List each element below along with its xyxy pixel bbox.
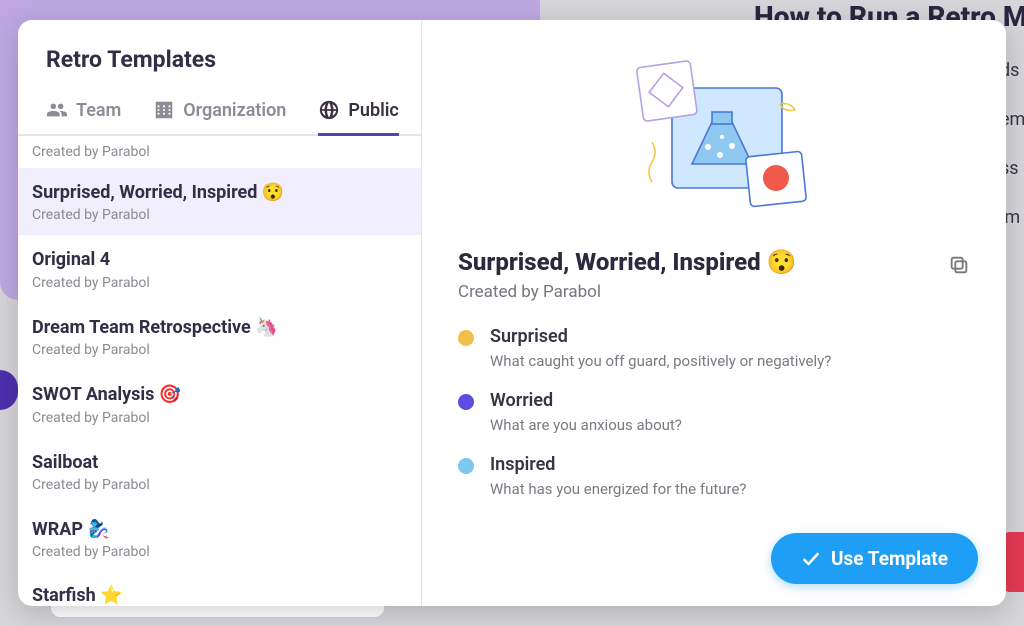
sidebar-title: Retro Templates bbox=[18, 20, 421, 79]
clone-template-button[interactable] bbox=[942, 248, 976, 282]
tab-label: Team bbox=[76, 100, 121, 121]
template-item-sailboat[interactable]: Sailboat Created by Parabol bbox=[18, 438, 421, 505]
prompt-color-dot bbox=[458, 330, 474, 346]
template-item-swot[interactable]: SWOT Analysis 🎯 Created by Parabol bbox=[18, 370, 421, 437]
template-item-wrap[interactable]: WRAP 🧞‍♀️ Created by Parabol bbox=[18, 505, 421, 572]
copy-icon bbox=[948, 254, 970, 276]
template-item-dream-team[interactable]: Dream Team Retrospective 🦄 Created by Pa… bbox=[18, 303, 421, 370]
detail-creator: Created by Parabol bbox=[458, 282, 930, 302]
template-sidebar: Retro Templates Team Organization Public… bbox=[18, 20, 422, 606]
tab-public[interactable]: Public bbox=[318, 89, 398, 136]
team-icon bbox=[46, 99, 68, 121]
retro-templates-modal: Retro Templates Team Organization Public… bbox=[18, 20, 1006, 606]
use-template-button[interactable]: Use Template bbox=[771, 533, 978, 584]
check-icon bbox=[801, 549, 821, 569]
template-item-starfish-cutoff[interactable]: Starfish ⭐ bbox=[18, 572, 421, 606]
tab-team[interactable]: Team bbox=[46, 89, 121, 136]
detail-title: Surprised, Worried, Inspired 😯 bbox=[458, 248, 930, 276]
scope-tabs: Team Organization Public bbox=[18, 79, 421, 136]
globe-icon bbox=[318, 99, 340, 121]
template-item-original-4[interactable]: Original 4 Created by Parabol bbox=[18, 235, 421, 302]
template-detail-pane: Surprised, Worried, Inspired 😯 Created b… bbox=[422, 20, 1006, 606]
template-illustration bbox=[612, 52, 822, 222]
tab-label: Public bbox=[348, 100, 398, 121]
organization-icon bbox=[153, 99, 175, 121]
prompt-worried: Worried What are you anxious about? bbox=[458, 390, 976, 434]
template-item-surprised-worried-inspired[interactable]: Surprised, Worried, Inspired 😯 Created b… bbox=[18, 168, 421, 235]
prompt-color-dot bbox=[458, 394, 474, 410]
prompt-inspired: Inspired What has you energized for the … bbox=[458, 454, 976, 498]
tab-label: Organization bbox=[183, 100, 286, 121]
prompt-surprised: Surprised What caught you off guard, pos… bbox=[458, 326, 976, 370]
prompt-list: Surprised What caught you off guard, pos… bbox=[458, 326, 976, 498]
template-list[interactable]: Surprised, Worried, Inspired 😯 Created b… bbox=[18, 168, 421, 606]
background-pill bbox=[0, 370, 18, 410]
tab-organization[interactable]: Organization bbox=[153, 89, 286, 136]
prompt-color-dot bbox=[458, 458, 474, 474]
residual-creator-line: Created by Parabol bbox=[18, 136, 421, 168]
